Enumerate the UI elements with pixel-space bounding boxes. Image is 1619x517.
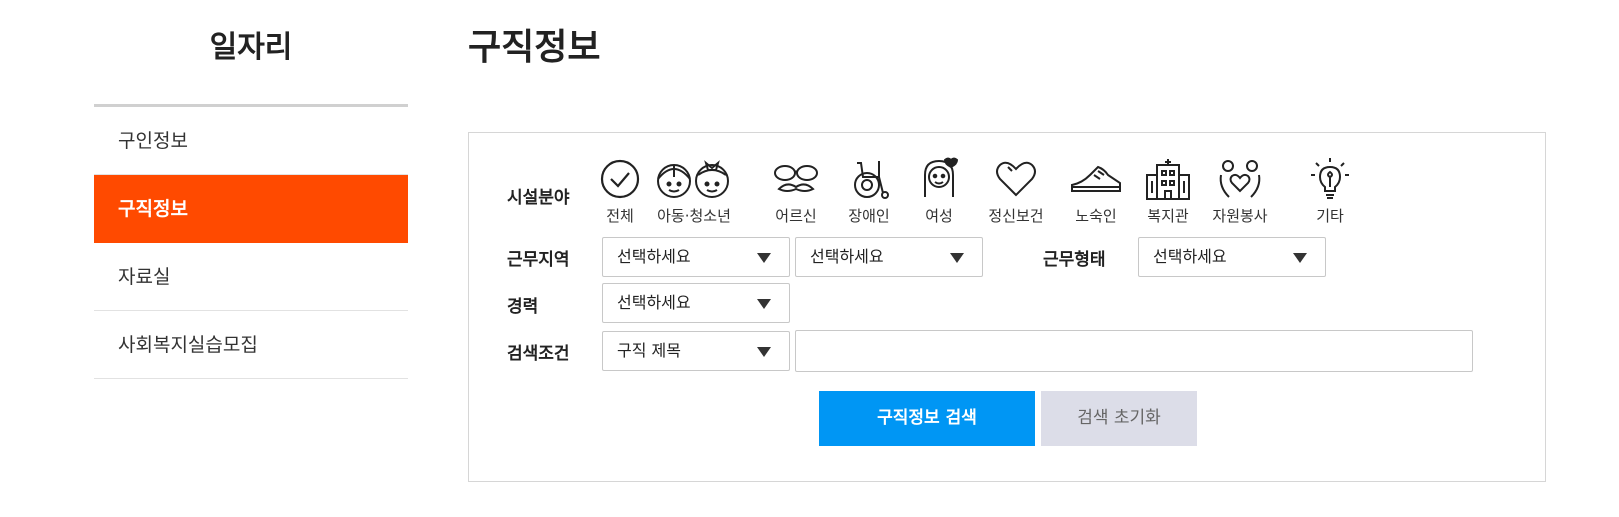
dropdown-arrow-icon (950, 253, 964, 263)
category-volunteer[interactable]: 자원봉사 (1195, 157, 1285, 226)
career-label: 경력 (507, 297, 539, 317)
lightbulb-icon (1311, 158, 1349, 199)
shoe-icon (1071, 165, 1121, 192)
category-mental-health[interactable]: 정신보건 (971, 157, 1061, 226)
category-label: 정신보건 (988, 207, 1044, 225)
work-type-select[interactable]: 선택하세요 (1138, 237, 1326, 277)
facility-label: 시설분야 (507, 188, 570, 208)
work-area-select-secondary[interactable]: 선택하세요 (795, 237, 983, 277)
page-title: 구직정보 (468, 27, 601, 68)
woman-icon (924, 157, 959, 197)
search-panel: 시설분야 전체 아동·청소년 어르신 장애인 여성 정신보건 노숙인 복지관 자… (468, 132, 1546, 482)
dropdown-arrow-icon (757, 347, 771, 357)
sidebar-item-job-seekers[interactable]: 구직정보 (94, 175, 408, 243)
search-condition-select[interactable]: 구직 제목 (602, 331, 790, 371)
heart-icon (996, 161, 1036, 197)
dropdown-arrow-icon (757, 253, 771, 263)
sidebar-item-job-offers[interactable]: 구인정보 (94, 107, 408, 175)
volunteer-hands-icon (1219, 160, 1261, 198)
search-keyword-input[interactable] (795, 330, 1473, 372)
category-label: 아동·청소년 (657, 207, 731, 225)
building-icon (1146, 159, 1190, 200)
select-value: 선택하세요 (617, 293, 691, 312)
sidebar-title: 일자리 (209, 30, 293, 65)
select-value: 선택하세요 (810, 247, 884, 266)
work-type-label: 근무형태 (1043, 250, 1106, 270)
select-value: 구직 제목 (617, 341, 681, 360)
sidebar-nav: 구인정보 구직정보 자료실 사회복지실습모집 (94, 107, 408, 379)
reset-search-button[interactable]: 검색 초기화 (1041, 391, 1197, 446)
category-label: 자원봉사 (1212, 207, 1268, 225)
career-select[interactable]: 선택하세요 (602, 283, 790, 323)
wheelchair-icon (854, 161, 889, 199)
dropdown-arrow-icon (757, 299, 771, 309)
dropdown-arrow-icon (1293, 253, 1307, 263)
children-icon (657, 160, 729, 198)
category-children-youth[interactable]: 아동·청소년 (649, 157, 739, 226)
select-value: 선택하세요 (1153, 247, 1227, 266)
search-condition-label: 검색조건 (507, 344, 570, 364)
check-circle-icon (600, 159, 640, 199)
category-label: 기타 (1316, 207, 1344, 225)
glasses-mustache-icon (774, 165, 818, 192)
search-button[interactable]: 구직정보 검색 (819, 391, 1035, 446)
select-value: 선택하세요 (617, 247, 691, 266)
category-other[interactable]: 기타 (1285, 157, 1375, 226)
sidebar-item-resources[interactable]: 자료실 (94, 243, 408, 311)
work-area-select-primary[interactable]: 선택하세요 (602, 237, 790, 277)
work-area-label: 근무지역 (507, 250, 570, 270)
sidebar-item-social-welfare-practicum[interactable]: 사회복지실습모집 (94, 311, 408, 379)
